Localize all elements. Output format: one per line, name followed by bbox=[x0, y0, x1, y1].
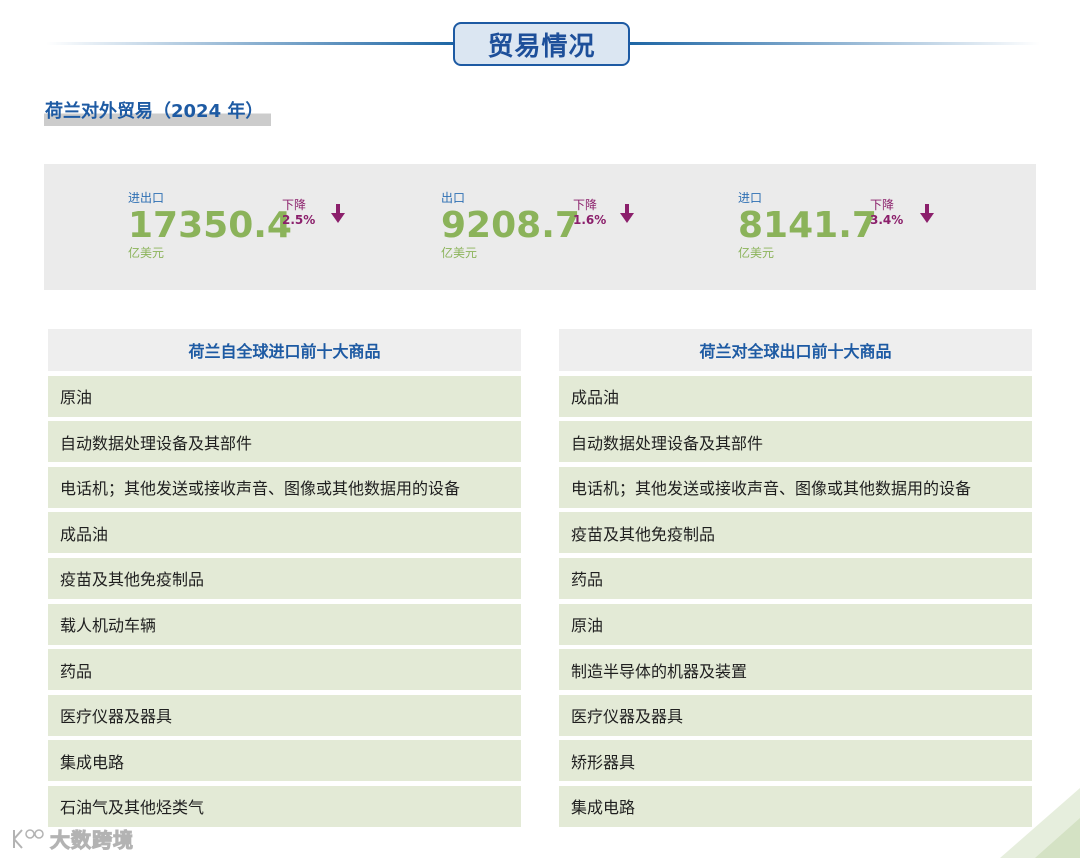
change-percent: 2.5% bbox=[282, 213, 316, 227]
stat-value: 17350.4 bbox=[128, 205, 292, 246]
stat-value: 9208.7 bbox=[441, 205, 580, 246]
change-percent: 1.6% bbox=[573, 213, 607, 227]
watermark: 大数跨境 bbox=[10, 824, 134, 853]
table-row: 集成电路 bbox=[48, 740, 521, 782]
change-percent: 3.4% bbox=[870, 213, 904, 227]
table-row: 集成电路 bbox=[559, 785, 1032, 827]
exports-table-title: 荷兰对全球出口前十大商品 bbox=[559, 329, 1032, 371]
stat-unit: 亿美元 bbox=[128, 246, 165, 260]
table-row: 自动数据处理设备及其部件 bbox=[559, 421, 1032, 463]
stat-import: 进口 8141.7 亿美元 bbox=[738, 190, 877, 260]
table-row: 制造半导体的机器及装置 bbox=[559, 649, 1032, 691]
stat-value: 8141.7 bbox=[738, 205, 877, 246]
stat-unit: 亿美元 bbox=[738, 246, 775, 260]
change-direction: 下降 bbox=[573, 198, 598, 212]
watermark-text: 大数跨境 bbox=[50, 828, 134, 853]
stat-label: 出口 bbox=[441, 191, 466, 205]
table-row: 疫苗及其他免疫制品 bbox=[559, 512, 1032, 554]
table-row: 医疗仪器及器具 bbox=[559, 694, 1032, 736]
trade-stats-panel: 进出口 17350.4 亿美元 下降 2.5% 出口 9208.7 亿美元 下降… bbox=[44, 164, 1036, 290]
exports-table: 荷兰对全球出口前十大商品 成品油 自动数据处理设备及其部件 电话机；其他发送或接… bbox=[559, 329, 1032, 827]
table-row: 药品 bbox=[559, 557, 1032, 599]
table-row: 原油 bbox=[48, 375, 521, 417]
stat-total: 进出口 17350.4 亿美元 bbox=[128, 190, 292, 260]
stat-unit: 亿美元 bbox=[441, 246, 478, 260]
corner-decoration bbox=[1000, 788, 1080, 858]
imports-table-title: 荷兰自全球进口前十大商品 bbox=[48, 329, 521, 371]
header-title: 贸易情况 bbox=[487, 31, 596, 62]
stat-label: 进出口 bbox=[128, 191, 165, 205]
watermark-logo-icon bbox=[13, 828, 44, 849]
table-row: 成品油 bbox=[559, 375, 1032, 417]
down-arrow-icon bbox=[920, 204, 934, 223]
down-arrow-icon bbox=[331, 204, 345, 223]
stat-total-change: 下降 2.5% bbox=[282, 198, 315, 228]
table-row: 自动数据处理设备及其部件 bbox=[48, 421, 521, 463]
table-row: 医疗仪器及器具 bbox=[48, 694, 521, 736]
table-row: 电话机；其他发送或接收声音、图像或其他数据用的设备 bbox=[48, 466, 521, 508]
change-direction: 下降 bbox=[870, 198, 895, 212]
table-row: 电话机；其他发送或接收声音、图像或其他数据用的设备 bbox=[559, 466, 1032, 508]
table-row: 疫苗及其他免疫制品 bbox=[48, 557, 521, 599]
table-row: 矫形器具 bbox=[559, 740, 1032, 782]
header-banner: 贸易情况 bbox=[453, 22, 630, 66]
section-title: 荷兰对外贸易（2024 年） bbox=[44, 98, 272, 126]
imports-table: 荷兰自全球进口前十大商品 原油 自动数据处理设备及其部件 电话机；其他发送或接收… bbox=[48, 329, 521, 827]
table-row: 成品油 bbox=[48, 512, 521, 554]
header-divider-right bbox=[626, 42, 1040, 45]
stat-export: 出口 9208.7 亿美元 bbox=[441, 190, 580, 260]
table-row: 石油气及其他烃类气 bbox=[48, 785, 521, 827]
table-row: 原油 bbox=[559, 603, 1032, 645]
change-direction: 下降 bbox=[282, 198, 307, 212]
stat-export-change: 下降 1.6% bbox=[573, 198, 606, 228]
header-divider-left bbox=[46, 42, 456, 45]
down-arrow-icon bbox=[620, 204, 634, 223]
table-row: 载人机动车辆 bbox=[48, 603, 521, 645]
stat-import-change: 下降 3.4% bbox=[870, 198, 903, 228]
table-row: 药品 bbox=[48, 649, 521, 691]
stat-label: 进口 bbox=[738, 191, 763, 205]
